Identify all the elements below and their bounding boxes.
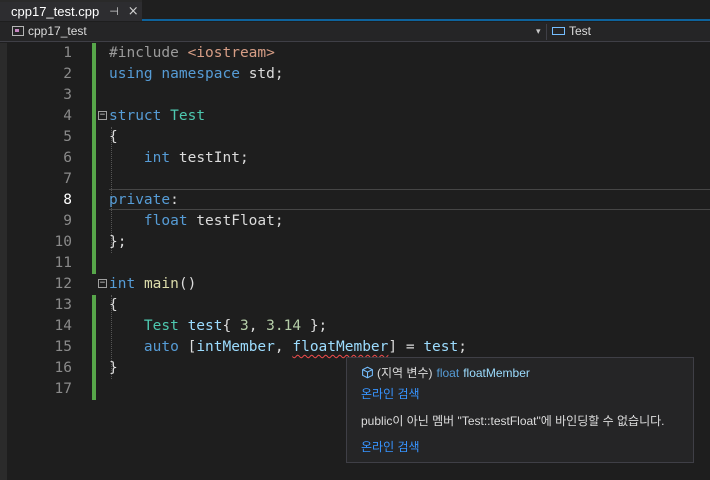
- error-message: public이 아닌 멤버 "Test::testFloat"에 바인딩할 수 …: [361, 414, 665, 428]
- error-squiggle: floatMember: [292, 339, 389, 355]
- line-number: 7: [63, 171, 72, 187]
- editor-margin: [0, 43, 7, 480]
- line-number: 13: [54, 297, 72, 313]
- code-line-15: auto [intMember, floatMember] = test;: [143, 339, 467, 355]
- line-number: 2: [63, 66, 72, 82]
- line-number: 16: [54, 360, 72, 376]
- project-name: cpp17_test: [28, 24, 87, 38]
- tab-title: cpp17_test.cpp: [11, 4, 100, 19]
- project-dropdown[interactable]: cpp17_test: [12, 24, 87, 38]
- collapse-icon[interactable]: −: [98, 111, 107, 120]
- navigation-bar: cpp17_test ▾ Test: [0, 22, 710, 42]
- quick-info-tooltip: (지역 변수) float floatMember 온라인 검색 public이…: [346, 357, 694, 463]
- struct-icon: [552, 27, 565, 35]
- line-number: 3: [63, 87, 72, 103]
- line-number: 4: [63, 108, 72, 124]
- code-line-13: {: [109, 297, 118, 313]
- line-number: 17: [54, 381, 72, 397]
- pin-icon[interactable]: ⊣: [109, 5, 119, 18]
- code-line-16: }: [109, 360, 118, 376]
- search-online-link[interactable]: 온라인 검색: [361, 385, 420, 402]
- line-number: 12: [54, 276, 72, 292]
- current-line-highlight: [109, 189, 710, 210]
- code-line-2: using namespace std;: [109, 66, 284, 82]
- line-number: 6: [63, 150, 72, 166]
- line-number: 9: [63, 213, 72, 229]
- change-indicator-bar: [92, 43, 96, 274]
- code-line-9: float testFloat;: [143, 213, 284, 229]
- document-tab[interactable]: cpp17_test.cpp ⊣ ×: [0, 0, 142, 21]
- code-line-1: #include <iostream>: [109, 45, 275, 61]
- code-line-14: Test test{ 3, 3.14 };: [143, 318, 328, 334]
- close-tab-icon[interactable]: ×: [128, 4, 139, 19]
- quick-info-signature: (지역 변수) float floatMember: [361, 364, 530, 381]
- search-online-link[interactable]: 온라인 검색: [361, 438, 420, 455]
- code-line-5: {: [109, 129, 118, 145]
- code-line-4: struct Test: [109, 108, 206, 124]
- variable-cube-icon: [362, 366, 373, 379]
- symbol-name: floatMember: [463, 365, 530, 380]
- symbol-scope: (지역 변수): [377, 366, 433, 380]
- scope-name: Test: [569, 24, 592, 38]
- project-icon: [12, 26, 24, 36]
- line-number: 11: [54, 255, 72, 271]
- navbar-divider: [546, 24, 547, 40]
- line-number: 10: [54, 234, 72, 250]
- scope-dropdown[interactable]: Test: [552, 24, 591, 38]
- code-line-12: int main(): [109, 276, 197, 292]
- chevron-down-icon[interactable]: ▾: [536, 26, 541, 37]
- line-number: 15: [54, 339, 72, 355]
- collapse-icon[interactable]: −: [98, 279, 107, 288]
- code-line-6: int testInt;: [143, 150, 249, 166]
- code-line-8: private:: [109, 192, 179, 208]
- line-number: 1: [63, 45, 72, 61]
- line-number: 5: [63, 129, 72, 145]
- symbol-type: float: [436, 365, 460, 380]
- change-indicator-bar: [92, 295, 96, 400]
- line-number: 14: [54, 318, 72, 334]
- document-tab-strip: cpp17_test.cpp ⊣ ×: [0, 0, 710, 21]
- line-number-current: 8: [63, 192, 72, 208]
- code-line-10: };: [109, 234, 127, 250]
